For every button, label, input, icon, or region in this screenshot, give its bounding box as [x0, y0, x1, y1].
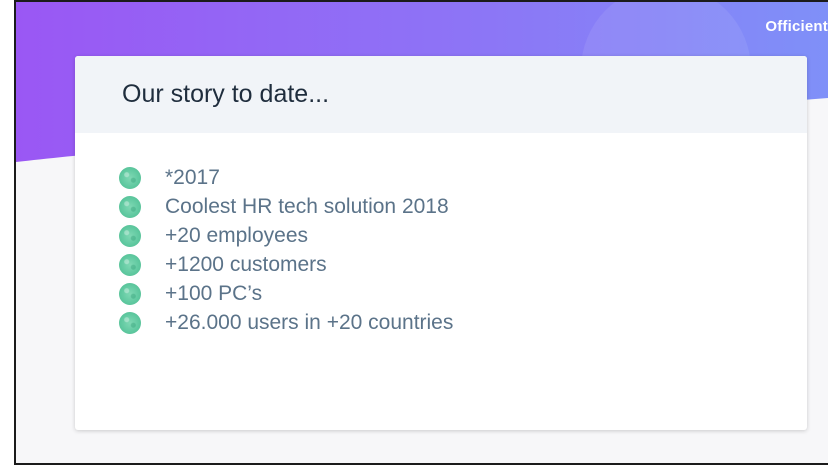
green-dot-icon	[119, 311, 141, 334]
list-item: +100 PC’s	[119, 279, 807, 308]
screenshot-frame: Officient Our story to date... *2017 Coo…	[0, 0, 828, 465]
page-canvas: Officient Our story to date... *2017 Coo…	[16, 0, 828, 465]
frame-border-top	[14, 0, 828, 2]
fact-text: +100 PC’s	[165, 281, 263, 305]
green-dot-icon	[119, 166, 141, 189]
fact-text: *2017	[165, 165, 220, 189]
story-card-header: Our story to date...	[75, 56, 807, 133]
fact-text: +20 employees	[165, 223, 309, 247]
list-item: Coolest HR tech solution 2018	[119, 192, 807, 221]
fact-text: +26.000 users in +20 countries	[165, 310, 454, 334]
brand-logo-text[interactable]: Officient	[765, 18, 828, 35]
list-item: +1200 customers	[119, 250, 807, 279]
story-card: Our story to date... *2017 Coolest HR te…	[75, 56, 807, 430]
story-card-title: Our story to date...	[122, 80, 330, 108]
list-item: +20 employees	[119, 221, 807, 250]
facts-list: *2017 Coolest HR tech solution 2018 +20 …	[75, 133, 807, 337]
frame-border-left	[14, 0, 16, 465]
green-dot-icon	[119, 195, 141, 218]
green-dot-icon	[119, 224, 141, 247]
fact-text: +1200 customers	[165, 252, 327, 276]
list-item: +26.000 users in +20 countries	[119, 308, 807, 337]
list-item: *2017	[119, 163, 807, 192]
fact-text: Coolest HR tech solution 2018	[165, 194, 449, 218]
green-dot-icon	[119, 253, 141, 276]
green-dot-icon	[119, 282, 141, 305]
